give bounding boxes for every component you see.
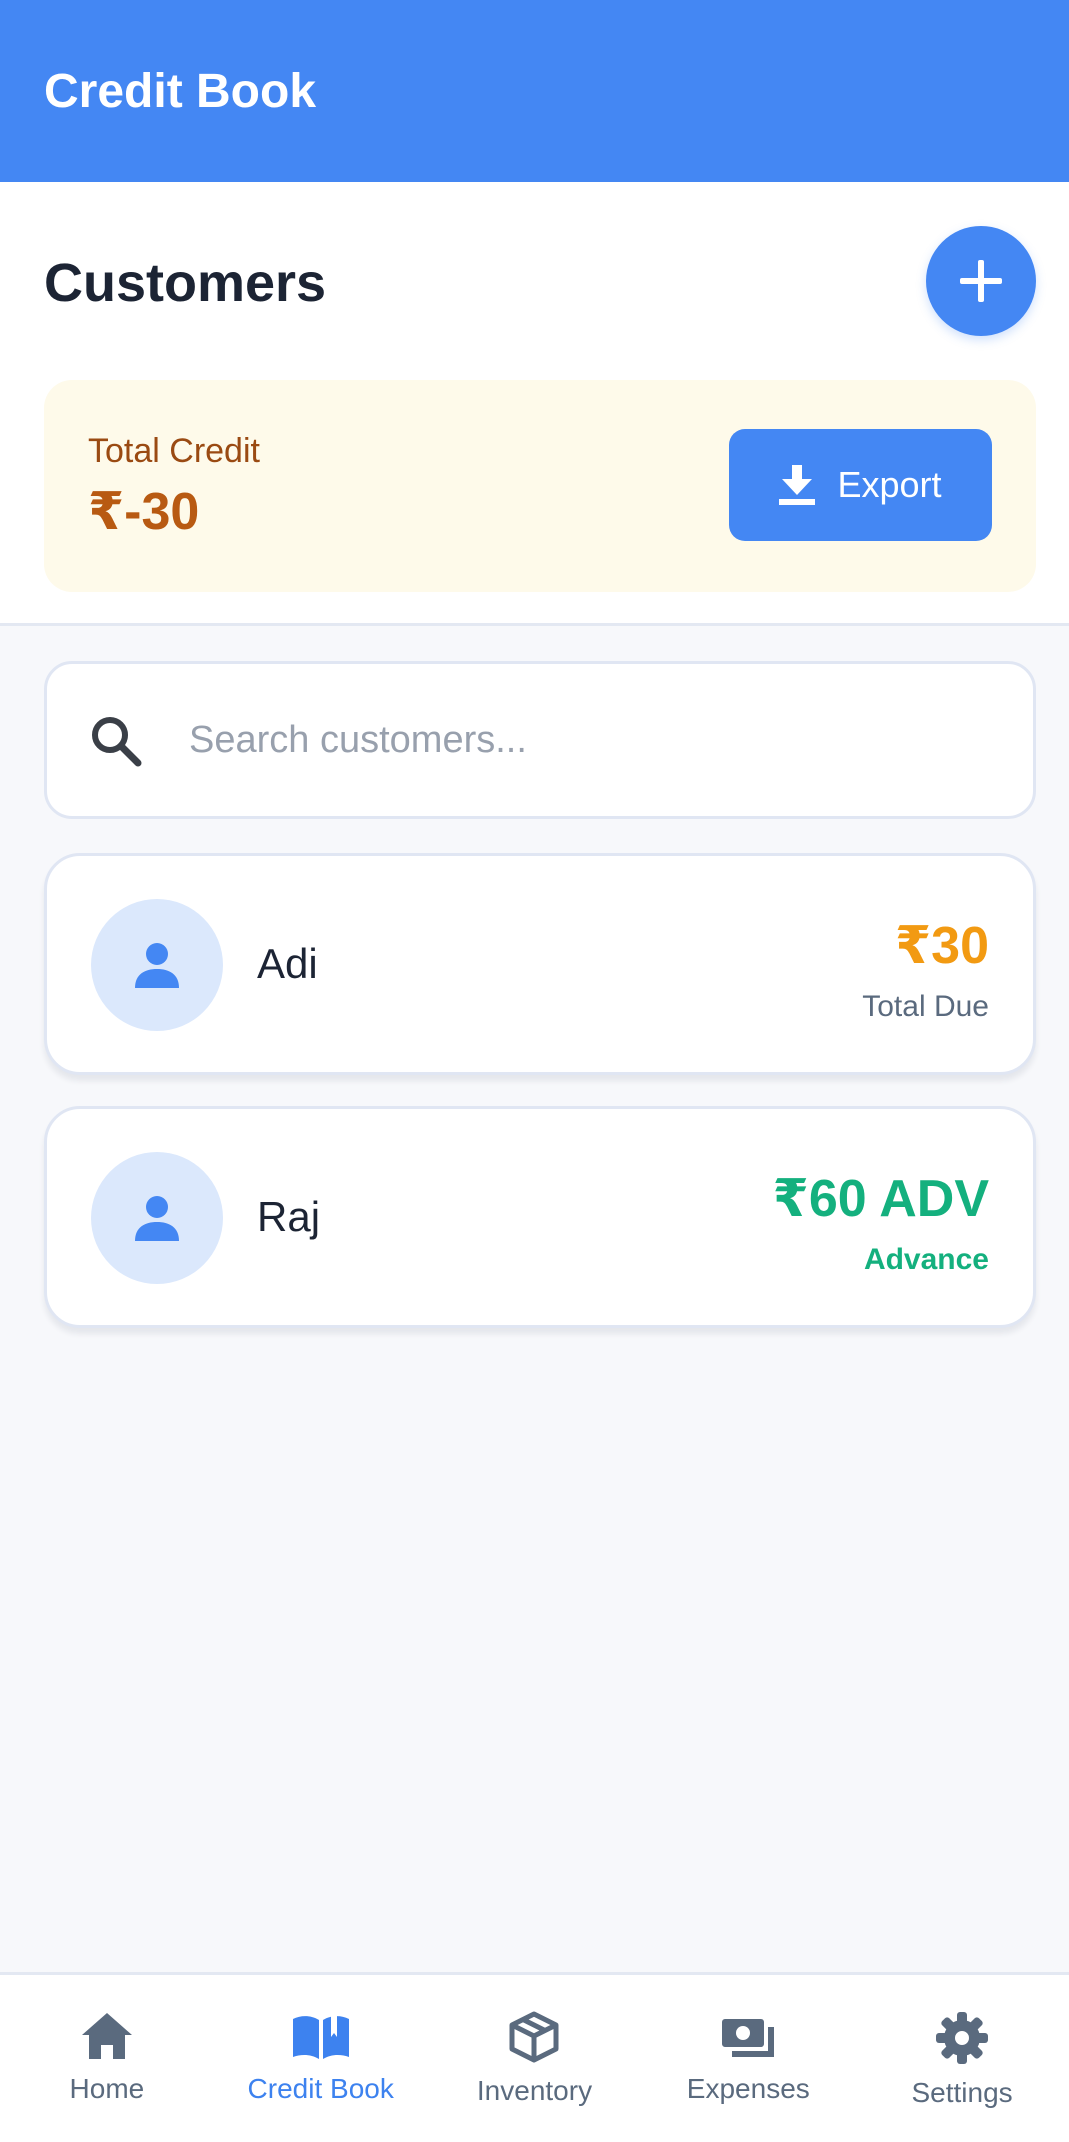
plus-icon xyxy=(960,260,1002,302)
nav-item-expenses[interactable]: Expenses xyxy=(641,1975,855,2142)
nav-item-home[interactable]: Home xyxy=(0,1975,214,2142)
person-icon xyxy=(135,1196,179,1241)
add-customer-button[interactable] xyxy=(926,226,1036,336)
book-icon xyxy=(292,2013,349,2059)
box-icon xyxy=(509,2011,559,2063)
search-input[interactable] xyxy=(189,694,989,786)
nav-label: Credit Book xyxy=(247,2073,394,2104)
total-credit-value: ₹-30 xyxy=(88,483,200,541)
total-credit-card: Total Credit ₹-30 Export xyxy=(44,380,1036,592)
home-icon xyxy=(81,2013,132,2059)
export-button[interactable]: Export xyxy=(729,429,992,541)
app-title: Credit Book xyxy=(44,64,317,118)
export-label: Export xyxy=(837,464,942,505)
customer-name: Raj xyxy=(257,1193,321,1240)
search-icon xyxy=(92,717,142,767)
nav-item-inventory[interactable]: Inventory xyxy=(428,1975,642,2142)
page-title: Customers xyxy=(44,253,327,313)
customer-status: Advance xyxy=(863,1243,989,1276)
total-credit-label: Total Credit xyxy=(88,432,260,470)
bottom-navigation: Home Credit Book Inventory Expenses Sett… xyxy=(0,1972,1069,2142)
nav-item-settings[interactable]: Settings xyxy=(855,1975,1069,2142)
customer-name: Adi xyxy=(257,940,318,987)
avatar xyxy=(91,1152,223,1284)
customers-header-section: Customers Total Credit ₹-30 Export xyxy=(0,182,1069,626)
app-bar: Credit Book xyxy=(0,0,1069,182)
person-icon xyxy=(135,943,179,988)
nav-label: Home xyxy=(69,2073,145,2104)
customer-amount: ₹60 ADV xyxy=(772,1170,989,1228)
avatar xyxy=(91,899,223,1031)
customer-amount: ₹30 xyxy=(894,917,989,975)
download-icon xyxy=(779,465,816,505)
gear-icon xyxy=(936,2012,989,2064)
search-bar[interactable] xyxy=(44,661,1036,819)
nav-label: Settings xyxy=(911,2077,1013,2108)
nav-label: Expenses xyxy=(686,2073,810,2104)
nav-label: Inventory xyxy=(476,2075,593,2106)
nav-item-credit-book[interactable]: Credit Book xyxy=(214,1975,428,2142)
money-icon xyxy=(722,2019,775,2057)
customer-card[interactable]: Raj ₹60 ADV Advance xyxy=(44,1106,1036,1328)
customer-status: Total Due xyxy=(862,990,989,1023)
customer-card[interactable]: Adi ₹30 Total Due xyxy=(44,853,1036,1075)
